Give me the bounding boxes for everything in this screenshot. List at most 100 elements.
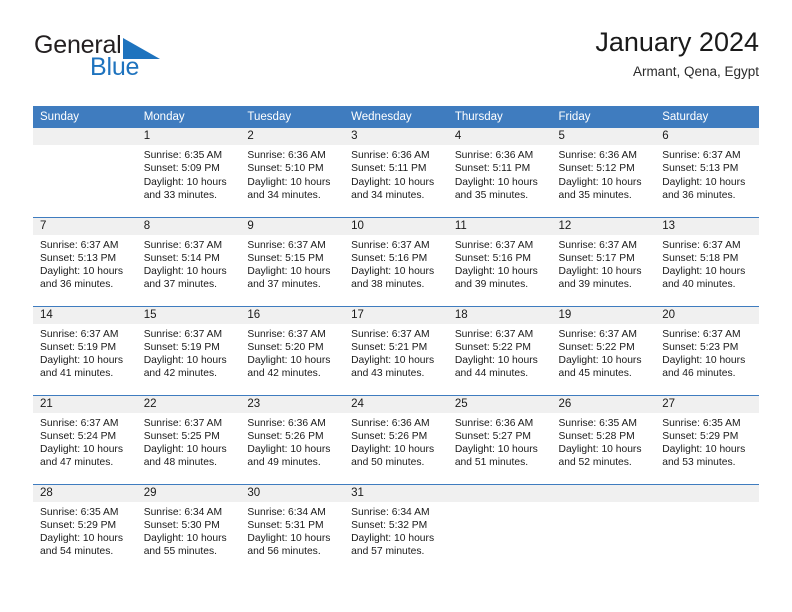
brand-logo[interactable]: General Blue — [33, 28, 273, 92]
daylight-text-line2: and 45 minutes. — [558, 368, 632, 380]
calendar-day-cell[interactable]: 31 Sunrise: 6:34 AM Sunset: 5:32 PM Dayligh… — [344, 483, 448, 573]
page-subtitle: Armant, Qena, Egypt — [632, 64, 759, 80]
day-number: 28 — [33, 484, 137, 502]
calendar-day-cell[interactable]: 25 Sunrise: 6:36 AM Sunset: 5:27 PM Dayligh… — [447, 394, 552, 484]
day-number: 20 — [655, 306, 759, 324]
weekday-header-thursday: Thursday — [447, 106, 552, 128]
calendar-day-cell[interactable]: 28 Sunrise: 6:35 AM Sunset: 5:29 PM Dayligh… — [33, 483, 137, 573]
day-number: 31 — [344, 484, 448, 502]
day-number: 26 — [551, 395, 656, 413]
day-details: Sunrise: 6:37 AM Sunset: 5:16 PM Daylight:… — [344, 235, 448, 292]
daylight-text-line1: Daylight: 10 hours — [558, 355, 642, 367]
calendar-day-cell[interactable]: 14 Sunrise: 6:37 AM Sunset: 5:19 PM Dayligh… — [33, 305, 137, 395]
day-number: 19 — [551, 306, 656, 324]
weekday-header-tuesday: Tuesday — [240, 106, 345, 128]
day-details: Sunrise: 6:37 AM Sunset: 5:13 PM Daylight:… — [655, 145, 759, 202]
day-number: 25 — [447, 395, 552, 413]
calendar-day-cell[interactable]: 7 Sunrise: 6:37 AM Sunset: 5:13 PM Daylight… — [33, 216, 137, 306]
sunset-text: Sunset: 5:11 PM — [454, 163, 531, 175]
calendar-day-cell[interactable]: 5 Sunrise: 6:36 AM Sunset: 5:12 PM Daylight… — [551, 128, 656, 217]
sunrise-text: Sunrise: 6:35 AM — [143, 150, 223, 161]
daylight-text-line2: and 42 minutes. — [143, 368, 217, 380]
sunset-text: Sunset: 5:19 PM — [40, 341, 117, 353]
daylight-text-line1: Daylight: 10 hours — [143, 176, 227, 188]
daylight-text-line1: Daylight: 10 hours — [454, 444, 538, 456]
day-number: 14 — [33, 306, 137, 324]
calendar-day-cell[interactable]: 11 Sunrise: 6:37 AM Sunset: 5:16 PM Dayligh… — [447, 216, 552, 306]
calendar-day-cell[interactable]: 26 Sunrise: 6:35 AM Sunset: 5:28 PM Dayligh… — [551, 394, 656, 484]
day-details: Sunrise: 6:37 AM Sunset: 5:20 PM Daylight:… — [240, 324, 344, 381]
daylight-text-line1: Daylight: 10 hours — [558, 444, 642, 456]
daylight-text-line1: Daylight: 10 hours — [351, 533, 435, 545]
sunrise-text: Sunrise: 6:37 AM — [40, 417, 119, 429]
sunset-text: Sunset: 5:29 PM — [662, 430, 739, 442]
title-block: January 2024 Armant, Qena, Egypt — [595, 28, 759, 80]
calendar-day-cell[interactable]: 13 Sunrise: 6:37 AM Sunset: 5:18 PM Dayligh… — [655, 216, 759, 306]
day-details: Sunrise: 6:34 AM Sunset: 5:30 PM Daylight:… — [137, 502, 241, 559]
sunrise-text: Sunrise: 6:37 AM — [247, 328, 326, 340]
calendar-page: General Blue January 2024 Armant, Qena, … — [0, 0, 792, 612]
sunrise-text: Sunrise: 6:37 AM — [662, 328, 741, 340]
sunrise-text: Sunrise: 6:37 AM — [662, 239, 741, 251]
sunrise-text: Sunrise: 6:37 AM — [143, 417, 223, 429]
daylight-text-line2: and 49 minutes. — [247, 457, 321, 469]
daylight-text-line2: and 57 minutes. — [351, 546, 425, 558]
daylight-text-line2: and 41 minutes. — [40, 368, 114, 380]
day-details: Sunrise: 6:35 AM Sunset: 5:28 PM Daylight:… — [552, 413, 656, 470]
calendar-day-cell[interactable]: 21 Sunrise: 6:37 AM Sunset: 5:24 PM Dayligh… — [33, 394, 137, 484]
calendar-day-cell[interactable]: 16 Sunrise: 6:37 AM Sunset: 5:20 PM Dayligh… — [240, 305, 345, 395]
calendar-grid: Sunday Monday Tuesday Wednesday Thursday… — [33, 106, 759, 573]
brand-name-blue: Blue — [90, 53, 140, 81]
calendar-week-row: 14 Sunrise: 6:37 AM Sunset: 5:19 PM Dayligh… — [33, 305, 759, 395]
weekday-header-friday: Friday — [551, 106, 656, 128]
sunrise-text: Sunrise: 6:36 AM — [247, 150, 326, 161]
daylight-text-line1: Daylight: 10 hours — [40, 266, 123, 278]
day-details: Sunrise: 6:36 AM Sunset: 5:11 PM Daylight:… — [448, 145, 552, 202]
sunrise-text: Sunrise: 6:37 AM — [40, 328, 119, 340]
day-number: 12 — [551, 217, 656, 235]
calendar-day-cell-empty — [655, 483, 759, 573]
daylight-text-line2: and 39 minutes. — [558, 279, 632, 291]
calendar-day-cell[interactable]: 2 Sunrise: 6:36 AM Sunset: 5:10 PM Daylight… — [240, 128, 345, 217]
sunrise-text: Sunrise: 6:37 AM — [40, 239, 119, 251]
daylight-text-line2: and 55 minutes. — [143, 546, 217, 558]
calendar-day-cell[interactable]: 29 Sunrise: 6:34 AM Sunset: 5:30 PM Dayligh… — [136, 483, 241, 573]
calendar-day-cell[interactable]: 9 Sunrise: 6:37 AM Sunset: 5:15 PM Daylight… — [240, 216, 345, 306]
sunrise-text: Sunrise: 6:34 AM — [351, 506, 430, 518]
daylight-text-line2: and 50 minutes. — [351, 457, 425, 469]
calendar-day-cell[interactable]: 4 Sunrise: 6:36 AM Sunset: 5:11 PM Daylight… — [447, 128, 552, 217]
calendar-day-cell[interactable]: 10 Sunrise: 6:37 AM Sunset: 5:16 PM Dayligh… — [344, 216, 448, 306]
calendar-header-row: Sunday Monday Tuesday Wednesday Thursday… — [33, 106, 759, 128]
sunrise-text: Sunrise: 6:37 AM — [454, 328, 534, 340]
daylight-text-line1: Daylight: 10 hours — [454, 355, 538, 367]
day-number: 23 — [240, 395, 345, 413]
calendar-day-cell-empty — [447, 483, 552, 573]
calendar-day-cell[interactable]: 19 Sunrise: 6:37 AM Sunset: 5:22 PM Dayligh… — [551, 305, 656, 395]
calendar-day-cell[interactable]: 15 Sunrise: 6:37 AM Sunset: 5:19 PM Dayligh… — [136, 305, 241, 395]
daylight-text-line2: and 33 minutes. — [143, 189, 217, 201]
calendar-day-cell[interactable]: 12 Sunrise: 6:37 AM Sunset: 5:17 PM Dayligh… — [551, 216, 656, 306]
day-number — [33, 128, 137, 145]
sunset-text: Sunset: 5:22 PM — [558, 341, 635, 353]
daylight-text-line1: Daylight: 10 hours — [454, 266, 538, 278]
sunrise-text: Sunrise: 6:36 AM — [454, 417, 534, 429]
calendar-day-cell[interactable]: 30 Sunrise: 6:34 AM Sunset: 5:31 PM Dayligh… — [240, 483, 345, 573]
calendar-day-cell[interactable]: 24 Sunrise: 6:36 AM Sunset: 5:26 PM Dayligh… — [344, 394, 448, 484]
calendar-day-cell[interactable]: 18 Sunrise: 6:37 AM Sunset: 5:22 PM Dayligh… — [447, 305, 552, 395]
calendar-day-cell-empty — [33, 128, 137, 217]
calendar-day-cell[interactable]: 20 Sunrise: 6:37 AM Sunset: 5:23 PM Dayligh… — [655, 305, 759, 395]
daylight-text-line2: and 35 minutes. — [558, 189, 632, 201]
daylight-text-line1: Daylight: 10 hours — [143, 444, 227, 456]
daylight-text-line1: Daylight: 10 hours — [247, 444, 331, 456]
daylight-text-line2: and 40 minutes. — [662, 279, 736, 291]
calendar-day-cell[interactable]: 6 Sunrise: 6:37 AM Sunset: 5:13 PM Daylight… — [655, 128, 759, 217]
calendar-day-cell[interactable]: 22 Sunrise: 6:37 AM Sunset: 5:25 PM Dayligh… — [136, 394, 241, 484]
calendar-day-cell[interactable]: 27 Sunrise: 6:35 AM Sunset: 5:29 PM Dayligh… — [655, 394, 759, 484]
calendar-day-cell[interactable]: 8 Sunrise: 6:37 AM Sunset: 5:14 PM Daylight… — [136, 216, 241, 306]
calendar-day-cell[interactable]: 1 Sunrise: 6:35 AM Sunset: 5:09 PM Daylight… — [136, 128, 241, 217]
calendar-day-cell[interactable]: 3 Sunrise: 6:36 AM Sunset: 5:11 PM Daylight… — [344, 128, 448, 217]
calendar-day-cell[interactable]: 17 Sunrise: 6:37 AM Sunset: 5:21 PM Dayligh… — [344, 305, 448, 395]
calendar-day-cell[interactable]: 23 Sunrise: 6:36 AM Sunset: 5:26 PM Dayligh… — [240, 394, 345, 484]
day-details: Sunrise: 6:36 AM Sunset: 5:12 PM Daylight:… — [552, 145, 656, 202]
day-number: 15 — [136, 306, 241, 324]
